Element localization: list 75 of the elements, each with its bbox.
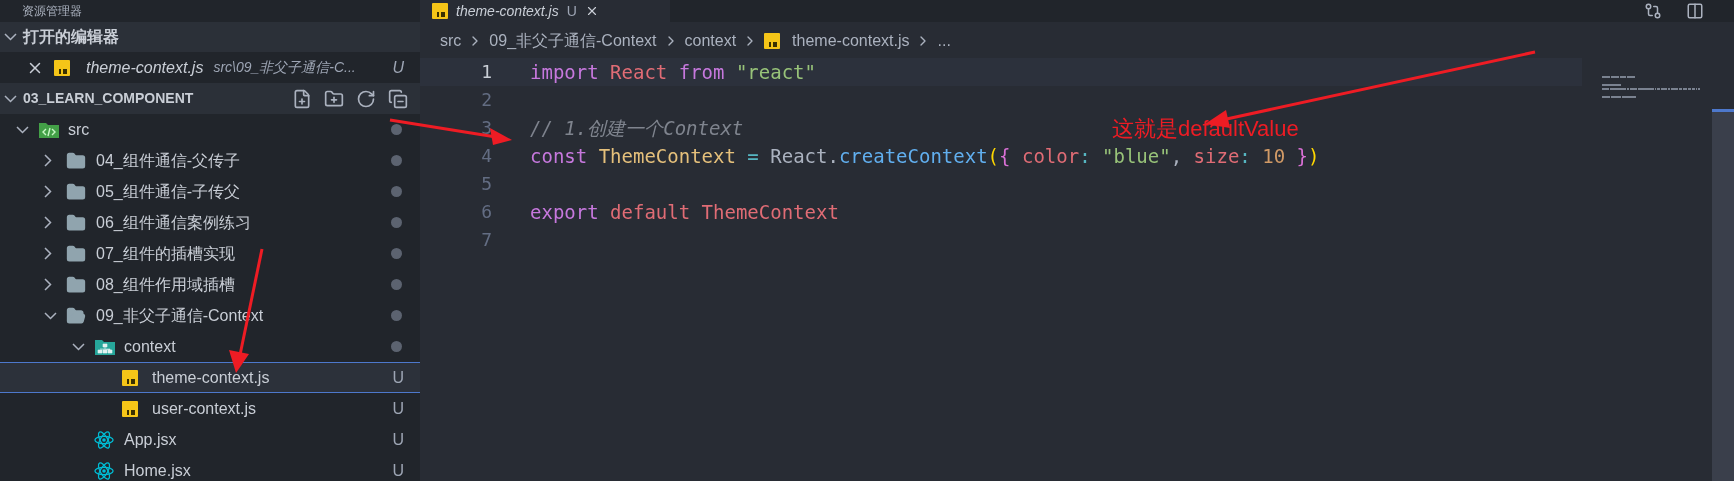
code-text: import React from "react" — [530, 59, 816, 85]
code-folder-icon — [38, 120, 60, 139]
project-title: 03_LEARN_COMPONENT — [23, 89, 195, 108]
tree-item[interactable]: context — [0, 331, 420, 362]
line-number: 5 — [481, 175, 492, 193]
breadcrumb-item[interactable]: src — [440, 29, 462, 53]
folder-icon — [66, 181, 86, 202]
new-file-icon[interactable] — [292, 88, 312, 109]
tree-item-label: App.jsx — [124, 429, 178, 450]
line-number: 7 — [481, 231, 492, 249]
tree-item-label: 06_组件通信案例练习 — [96, 212, 252, 233]
tree-item[interactable]: App.jsx U — [0, 424, 420, 455]
breadcrumb-item[interactable]: 09_非父子通信-Context — [489, 29, 657, 53]
section-header[interactable]: 03_LEARN_COMPONENT — [0, 83, 420, 114]
folder-icon — [66, 150, 86, 171]
line-number: 1 — [481, 63, 492, 81]
tree-item-label: src — [68, 119, 91, 140]
folder-icon — [66, 243, 86, 264]
open-editor-item[interactable]: theme-context.js src\09_非父子通信-C... U — [0, 52, 420, 83]
tab-title: theme-context.js — [456, 1, 559, 21]
folder-icon — [66, 305, 86, 326]
hierarchy-folder-icon — [94, 337, 116, 356]
tree-item[interactable]: 05_组件通信-子传父 — [0, 176, 420, 207]
open-editor-name: theme-context.js — [86, 57, 204, 78]
untracked-status: U — [392, 398, 404, 419]
tree-item[interactable]: theme-context.js U — [0, 362, 420, 393]
tree-item[interactable]: user-context.js U — [0, 393, 420, 424]
untracked-status: U — [566, 1, 577, 21]
js-file-icon — [764, 33, 781, 49]
code-text: export default ThemeContext — [530, 199, 839, 225]
editor-tab[interactable]: theme-context.js U — [420, 0, 670, 22]
tree-item-label: context — [124, 336, 177, 357]
refresh-icon[interactable] — [356, 88, 376, 109]
breadcrumb-item[interactable]: context — [684, 29, 737, 53]
untracked-status: U — [392, 57, 404, 78]
tree-item[interactable]: src — [0, 114, 420, 145]
untracked-status: U — [392, 460, 404, 481]
line-number: 6 — [481, 203, 492, 221]
line-number: 3 — [481, 119, 492, 137]
atom-icon — [94, 429, 114, 450]
tree-item-label: user-context.js — [152, 398, 258, 419]
tree-item-label: Home.jsx — [124, 460, 192, 481]
tree-item-label: theme-context.js — [152, 367, 271, 388]
js-file-icon — [122, 369, 138, 386]
untracked-status: U — [392, 429, 404, 450]
open-editor-path: src\09_非父子通信-C... — [213, 58, 357, 77]
tree-item[interactable]: Home.jsx U — [0, 455, 420, 481]
split-editor-icon[interactable] — [1686, 2, 1704, 20]
folder-icon — [66, 212, 86, 233]
compare-icon[interactable] — [1644, 2, 1662, 20]
new-folder-icon[interactable] — [324, 88, 344, 109]
breadcrumb-item[interactable]: theme-context.js — [792, 29, 910, 53]
tree-item[interactable]: 06_组件通信案例练习 — [0, 207, 420, 238]
collapse-all-icon[interactable] — [388, 88, 408, 109]
sidebar-title: 资源管理器 — [22, 3, 82, 20]
js-file-icon — [432, 3, 448, 19]
tree-item-label: 05_组件通信-子传父 — [96, 181, 242, 202]
js-file-icon — [54, 59, 70, 76]
section-title: 打开的编辑器 — [23, 27, 119, 47]
line-number: 4 — [481, 147, 492, 165]
tree-item-label: 08_组件作用域插槽 — [96, 274, 236, 295]
tree-item[interactable]: 04_组件通信-父传子 — [0, 145, 420, 176]
tree-item[interactable]: 08_组件作用域插槽 — [0, 269, 420, 300]
tree-item-label: 07_组件的插槽实现 — [96, 243, 236, 264]
atom-icon — [94, 460, 114, 481]
folder-icon — [66, 274, 86, 295]
tree-item[interactable]: 07_组件的插槽实现 — [0, 238, 420, 269]
breadcrumb-item[interactable]: ... — [937, 29, 951, 53]
js-file-icon — [122, 400, 138, 417]
line-number: 2 — [481, 91, 492, 109]
section-header[interactable]: 打开的编辑器 — [0, 22, 420, 52]
untracked-status: U — [392, 367, 404, 388]
tree-item-label: 04_组件通信-父传子 — [96, 150, 242, 171]
code-text: // 1.创建一个Context — [530, 115, 744, 141]
code-text: const ThemeContext = React.createContext({ color: "blue", size: 10 }) — [530, 143, 1320, 169]
